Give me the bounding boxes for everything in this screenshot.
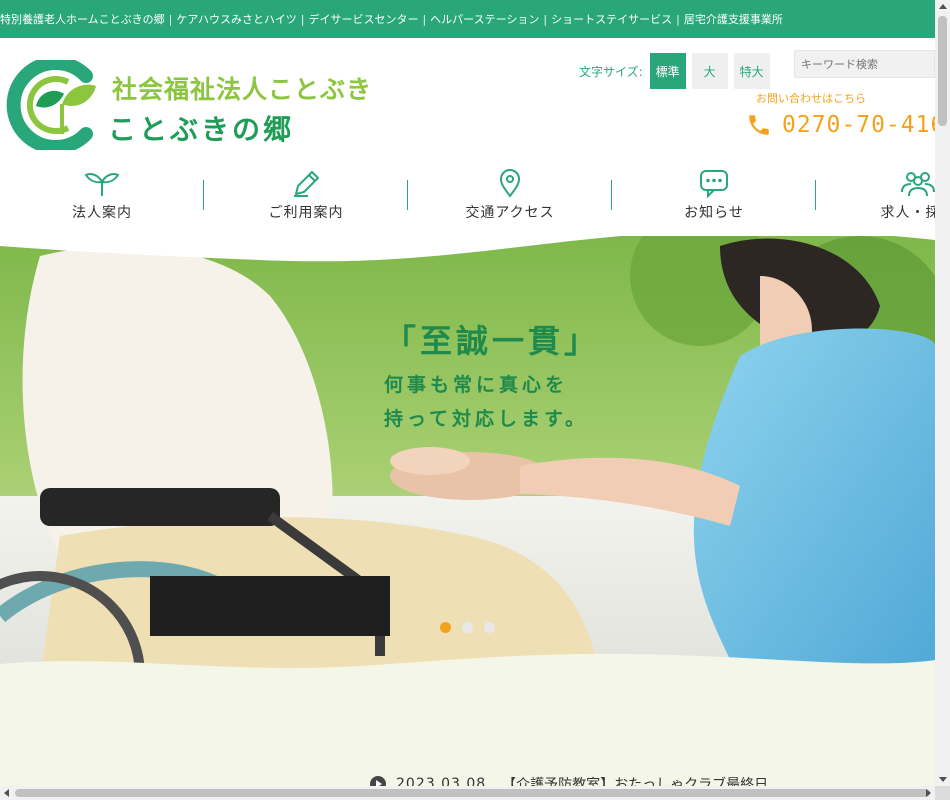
hero-wave-divider <box>0 653 935 680</box>
font-size-switcher: 文字サイズ: 標準 大 特大 <box>579 53 776 89</box>
facility-link-carehouse[interactable]: ケアハウスみさとハイツ <box>176 11 296 27</box>
font-size-standard-button[interactable]: 標準 <box>649 53 686 89</box>
separator: | <box>300 12 305 26</box>
facility-link-tokuyou[interactable]: 特別養護老人ホームことぶきの郷 <box>0 11 165 27</box>
font-size-label: 文字サイズ: <box>579 64 643 79</box>
font-size-xlarge-button[interactable]: 特大 <box>733 53 770 89</box>
nav-item-recruit[interactable]: 求人・採用 <box>816 168 950 228</box>
hero-slider: 「至誠一貫」 何事も常に真心を 持って対応します。 <box>0 236 935 680</box>
sprout-icon <box>84 173 120 196</box>
phone-number: 0270-70-416 <box>782 112 946 138</box>
keyword-search-input[interactable] <box>794 50 935 78</box>
contact-label[interactable]: お問い合わせはこちら <box>756 90 866 106</box>
nav-item-access[interactable]: 交通アクセス <box>408 168 612 228</box>
separator: | <box>676 12 680 26</box>
hero-message-line-2: 持って対応します。 <box>384 408 589 430</box>
separator: | <box>168 12 173 26</box>
font-size-large-button[interactable]: 大 <box>691 53 728 89</box>
scroll-up-arrow-icon[interactable] <box>939 4 947 9</box>
nav-label: 法人案内 <box>72 205 132 221</box>
scrollbar-corner <box>935 786 950 800</box>
nav-item-news[interactable]: お知らせ <box>612 168 816 228</box>
nav-wave-divider <box>0 226 935 262</box>
hero-motto: 「至誠一貫」 <box>384 322 601 360</box>
site-logo[interactable]: 社会福祉法人ことぶき ことぶきの郷 <box>6 60 371 150</box>
slider-pagination <box>440 622 506 633</box>
facility-link-shortstay[interactable]: ショートステイサービス <box>551 11 672 27</box>
facility-links-bar: 特別養護老人ホームことぶきの郷 | ケアハウスみさとハイツ | デイサービスセン… <box>0 0 935 38</box>
news-section: 2023.03.08 【介護予防教室】おたっしゃクラブ最終日 <box>0 676 935 793</box>
facility-link-kyotaku[interactable]: 居宅介護支援事業所 <box>684 11 783 27</box>
logo-organization-name: 社会福祉法人ことぶき <box>112 75 373 104</box>
chat-bubble-icon <box>700 170 728 198</box>
separator: | <box>422 12 427 26</box>
facility-link-dayservice[interactable]: デイサービスセンター <box>308 11 418 27</box>
vertical-scrollbar[interactable] <box>935 0 950 786</box>
nav-label: 交通アクセス <box>465 205 555 221</box>
slider-dot-2[interactable] <box>462 622 473 633</box>
vertical-scroll-thumb[interactable] <box>938 16 947 126</box>
slider-dot-1[interactable] <box>440 622 451 633</box>
nav-item-service-guide[interactable]: ご利用案内 <box>204 168 408 228</box>
nav-item-corporate-info[interactable]: 法人案内 <box>0 168 204 228</box>
hero-photo-elderly-care <box>0 236 935 680</box>
logo-leaf-icon <box>6 60 96 150</box>
phone-contact[interactable]: 0270-70-416 <box>746 112 945 138</box>
scroll-left-arrow-icon[interactable] <box>4 789 9 797</box>
scroll-down-arrow-icon[interactable] <box>939 777 947 782</box>
facility-link-helper[interactable]: ヘルパーステーション <box>430 11 539 27</box>
horizontal-scrollbar[interactable] <box>0 786 935 800</box>
pen-icon <box>294 171 319 197</box>
scroll-right-arrow-icon[interactable] <box>926 789 931 797</box>
map-pin-icon <box>499 169 521 198</box>
horizontal-scroll-thumb[interactable] <box>15 789 930 797</box>
phone-icon <box>749 115 769 135</box>
slider-dot-3[interactable] <box>484 622 495 633</box>
global-nav: 法人案内 ご利用案内 交通アクセス お知らせ 求人・採用 <box>0 168 950 228</box>
hero-message-line-1: 何事も常に真心を <box>384 374 569 396</box>
nav-label: お知らせ <box>684 205 744 221</box>
people-icon <box>901 172 935 197</box>
logo-facility-name: ことぶきの郷 <box>108 113 295 146</box>
separator: | <box>543 12 548 26</box>
nav-label: ご利用案内 <box>268 205 344 221</box>
